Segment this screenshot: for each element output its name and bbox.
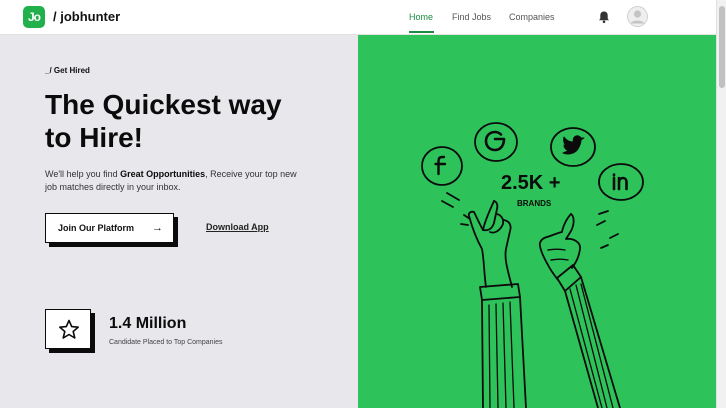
stat-label: Candidate Placed to Top Companies: [109, 339, 223, 346]
star-icon: [59, 319, 79, 339]
bell-icon[interactable]: [597, 10, 611, 24]
subtext-pre: We'll help you find: [45, 169, 121, 179]
join-button-label: Join Our Platform: [58, 223, 135, 233]
hero-subtext: We'll help you find Great Opportunities,…: [45, 168, 305, 194]
top-navbar: Jo / jobhunter Home Find Jobs Companies: [0, 0, 716, 35]
avatar-icon[interactable]: [627, 6, 648, 27]
nav-companies[interactable]: Companies: [509, 12, 555, 22]
join-platform-button[interactable]: Join Our Platform →: [45, 213, 174, 243]
nav-home[interactable]: Home: [409, 12, 433, 22]
hero-eyebrow: _/ Get Hired: [45, 66, 90, 75]
twitter-icon: [550, 127, 596, 167]
google-icon: [474, 122, 518, 162]
brands-count: 2.5K +: [501, 172, 561, 194]
scrollbar-thumb[interactable]: [719, 6, 725, 88]
hands-illustration: [421, 122, 644, 408]
hero-headline: The Quickest way to Hire!: [45, 88, 345, 154]
nav-active-indicator: [409, 31, 434, 33]
download-app-link[interactable]: Download App: [206, 222, 269, 232]
stat-box: [45, 309, 91, 349]
hero-headline-line2: to Hire!: [45, 122, 143, 153]
hero-headline-line1: The Quickest way: [45, 89, 282, 120]
stat-value: 1.4 Million: [109, 315, 187, 332]
brand-name[interactable]: / jobhunter: [53, 9, 120, 24]
page-scrollbar[interactable]: [716, 0, 726, 408]
facebook-icon: [421, 146, 463, 186]
hero-illustration: 2.5K + BRANDS: [358, 35, 716, 408]
brands-label: BRANDS: [517, 199, 552, 208]
subtext-bold: Great Opportunities: [120, 169, 206, 179]
linkedin-icon: [598, 163, 644, 201]
logo-icon[interactable]: Jo: [23, 6, 45, 28]
nav-find-jobs[interactable]: Find Jobs: [452, 12, 491, 22]
arrow-right-icon: →: [152, 222, 163, 234]
